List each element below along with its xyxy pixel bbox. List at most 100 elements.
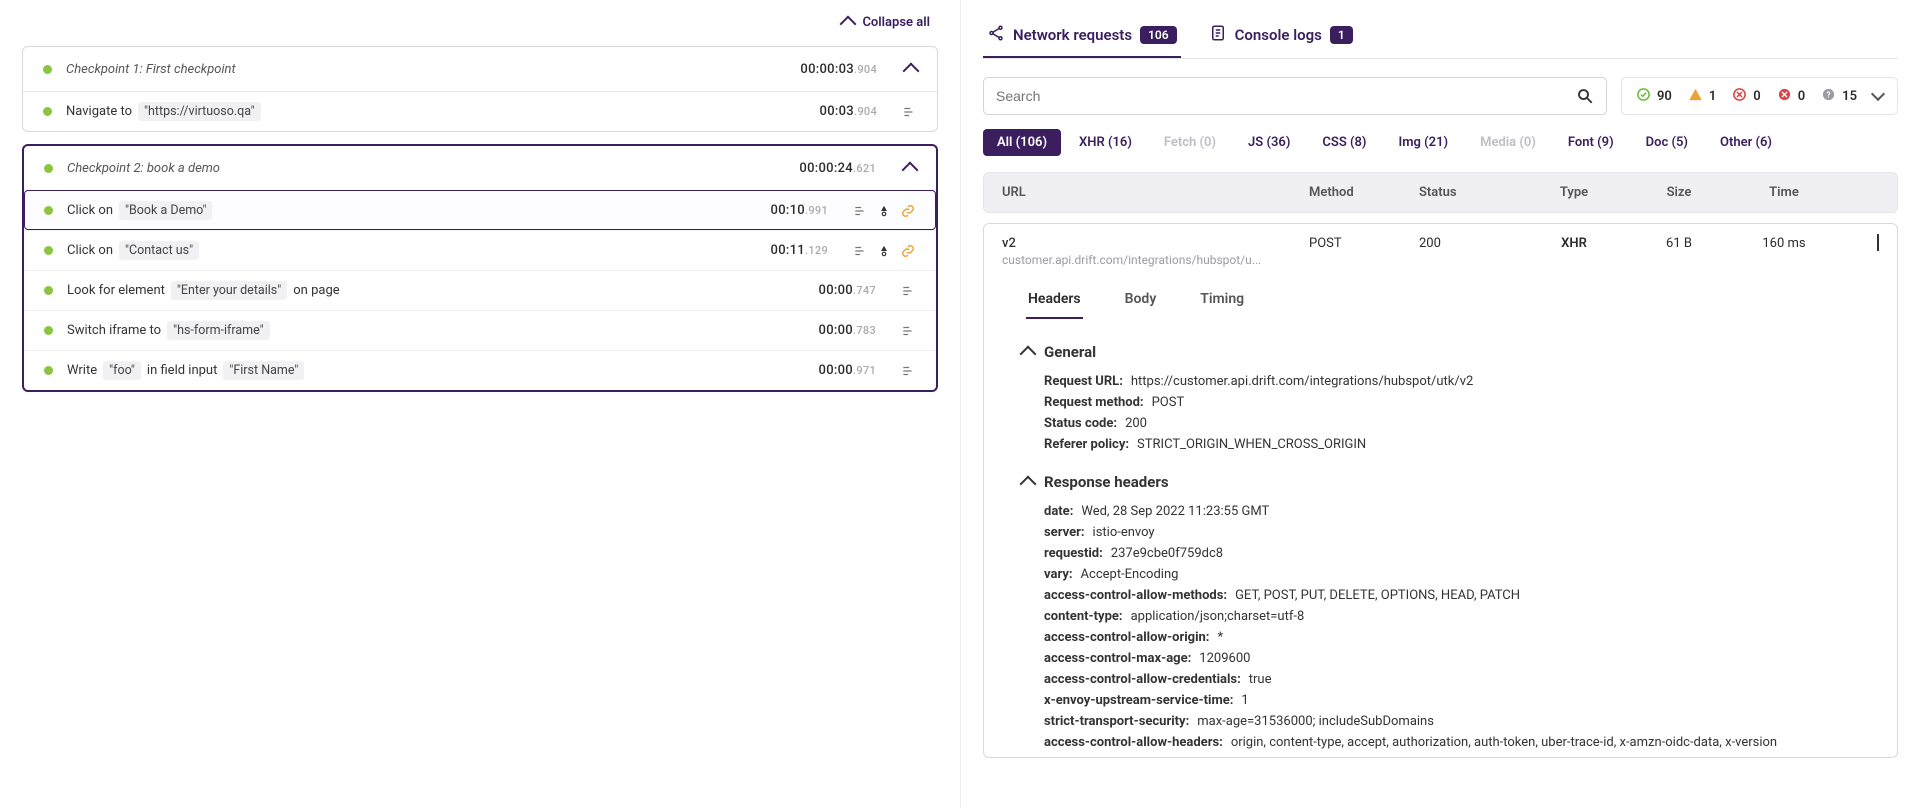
header-key: Request method: — [1044, 395, 1144, 410]
header-value: POST — [1152, 395, 1185, 410]
step-row[interactable]: Look for element"Enter your details"on p… — [24, 270, 936, 310]
steps-icon[interactable] — [901, 104, 917, 120]
response-headers-toggle[interactable]: Response headers — [1022, 473, 1855, 491]
search-box[interactable] — [983, 77, 1607, 115]
bug-icon[interactable] — [876, 203, 892, 219]
header-value: * — [1217, 630, 1223, 645]
bug-icon[interactable] — [876, 243, 892, 259]
subtab-timing[interactable]: Timing — [1198, 281, 1246, 319]
header-key: access-control-allow-credentials: — [1044, 672, 1241, 687]
status-dot-icon — [44, 164, 53, 173]
checkpoint-title: Checkpoint 2: book a demo — [67, 161, 785, 176]
subtab-headers[interactable]: Headers — [1026, 281, 1083, 319]
step-row[interactable]: Click on"Book a Demo" 00:10.991 — [24, 190, 936, 230]
filter-pill[interactable]: Font (9) — [1554, 129, 1628, 156]
chevron-up-icon[interactable] — [902, 162, 919, 179]
stat-unknown: ? 15 — [1821, 87, 1857, 106]
unknown-icon: ? — [1821, 87, 1836, 106]
param-pill: "hs-form-iframe" — [167, 321, 270, 340]
tab-label: Network requests — [1013, 26, 1132, 44]
filter-pill[interactable]: XHR (16) — [1065, 129, 1146, 156]
step-row[interactable]: Click on"Contact us"00:11.129 — [24, 230, 936, 270]
header-row: Request URL:https://customer.api.drift.c… — [1044, 371, 1855, 392]
link-icon[interactable] — [900, 203, 916, 219]
step-time: 00:00.971 — [819, 363, 877, 378]
col-type: Type — [1519, 185, 1629, 200]
step-row[interactable]: Switch iframe to"hs-form-iframe"00:00.78… — [24, 310, 936, 350]
search-input[interactable] — [996, 88, 1576, 104]
steps-icon[interactable] — [900, 323, 916, 339]
tab-label: Console logs — [1235, 26, 1322, 44]
count-badge: 106 — [1140, 26, 1177, 44]
col-time: Time — [1729, 185, 1839, 200]
request-type: XHR — [1519, 236, 1629, 251]
header-value: Wed, 28 Sep 2022 11:23:55 GMT — [1081, 504, 1269, 519]
chevron-up-icon — [1020, 346, 1037, 363]
step-time: 00:10.991 — [771, 203, 829, 218]
tab-network-requests[interactable]: Network requests 106 — [983, 14, 1181, 58]
checkpoint-header[interactable]: Checkpoint 1: First checkpoint00:00:03.9… — [23, 47, 937, 91]
chevron-down-icon[interactable] — [1871, 87, 1885, 101]
header-key: requestid: — [1044, 546, 1103, 561]
step-time: 00:00.747 — [819, 283, 877, 298]
subtab-body[interactable]: Body — [1123, 281, 1159, 319]
steps-icon[interactable] — [900, 363, 916, 379]
header-row: requestid:237e9cbe0f759dc8 — [1044, 543, 1855, 564]
table-header: URL Method Status Type Size Time — [984, 173, 1897, 212]
checkpoint-time: 00:00:24.621 — [799, 161, 876, 176]
header-row: Request method: POST — [1044, 392, 1855, 413]
stat-value: 15 — [1842, 89, 1857, 104]
request-url-main: v2 — [1002, 236, 1309, 251]
doc-icon — [1209, 24, 1227, 46]
filter-pill[interactable]: CSS (8) — [1308, 129, 1380, 156]
link-icon[interactable] — [900, 243, 916, 259]
request-subtabs: Headers Body Timing — [984, 281, 1897, 319]
collapse-request-button[interactable] — [1839, 236, 1879, 251]
request-status: 200 — [1419, 236, 1519, 251]
status-dot-icon — [44, 246, 53, 255]
request-url-sub: customer.api.drift.com/integrations/hubs… — [1002, 253, 1309, 267]
filter-pill[interactable]: JS (36) — [1234, 129, 1304, 156]
header-row: access-control-allow-headers:origin, con… — [1044, 732, 1855, 753]
chevron-up-icon[interactable] — [903, 63, 920, 80]
param-pill: "Enter your details" — [171, 281, 287, 300]
status-dot-icon — [44, 286, 53, 295]
filter-pill[interactable]: Img (21) — [1385, 129, 1463, 156]
stat-value: 90 — [1657, 89, 1672, 104]
header-row: date: Wed, 28 Sep 2022 11:23:55 GMT — [1044, 501, 1855, 522]
fail-icon — [1777, 87, 1792, 106]
step-text: Look for element"Enter your details"on p… — [67, 281, 805, 300]
step-text: Click on"Book a Demo" — [67, 201, 757, 220]
filter-pill[interactable]: Doc (5) — [1632, 129, 1702, 156]
general-section-toggle[interactable]: General — [1022, 343, 1855, 361]
status-summary[interactable]: 90100?15 — [1621, 77, 1898, 115]
stat-value: 1 — [1709, 89, 1716, 104]
request-card: v2 customer.api.drift.com/integrations/h… — [983, 223, 1898, 758]
header-key: date: — [1044, 504, 1073, 519]
collapse-all-button[interactable]: Collapse all — [22, 10, 938, 34]
checkpoint-time: 00:00:03.904 — [800, 62, 877, 77]
header-key: access-control-allow-origin: — [1044, 630, 1209, 645]
steps-icon[interactable] — [852, 203, 868, 219]
tab-console-logs[interactable]: Console logs1 — [1205, 14, 1357, 58]
steps-icon[interactable] — [900, 283, 916, 299]
filter-pill[interactable]: All (106) — [983, 129, 1061, 156]
header-row: content-type:application/json;charset=ut… — [1044, 606, 1855, 627]
general-section-label: General — [1044, 343, 1096, 361]
filter-pill[interactable]: Other (6) — [1706, 129, 1786, 156]
header-key: vary: — [1044, 567, 1073, 582]
step-row[interactable]: Write"foo"in field input"First Name"00:0… — [24, 350, 936, 390]
step-text: Click on"Contact us" — [67, 241, 757, 260]
chevron-up-icon — [840, 16, 857, 33]
header-row: access-control-max-age:1209600 — [1044, 648, 1855, 669]
col-url: URL — [1002, 185, 1309, 200]
stat-value: 0 — [1798, 89, 1805, 104]
header-key: access-control-allow-headers: — [1044, 735, 1223, 750]
checkpoint-header[interactable]: Checkpoint 2: book a demo 00:00:24.621 — [24, 146, 936, 190]
ok-icon — [1636, 87, 1651, 106]
step-row[interactable]: Navigate to"https://virtuoso.qa"00:03.90… — [23, 91, 937, 131]
col-status: Status — [1419, 185, 1519, 200]
steps-icon[interactable] — [852, 243, 868, 259]
request-row[interactable]: v2 customer.api.drift.com/integrations/h… — [984, 224, 1897, 275]
header-key: access-control-allow-methods: — [1044, 588, 1227, 603]
